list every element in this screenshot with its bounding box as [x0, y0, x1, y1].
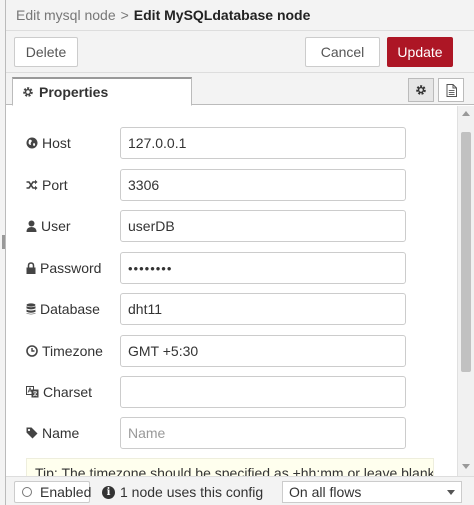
tab-description[interactable]	[438, 78, 464, 102]
footer: Enabled i 1 node uses this config On all…	[6, 476, 474, 505]
password-label-text: Password	[40, 260, 102, 276]
host-label-text: Host	[42, 135, 71, 151]
chevron-down-icon	[447, 490, 455, 495]
database-label-text: Database	[40, 301, 100, 317]
cancel-button[interactable]: Cancel	[305, 37, 380, 67]
user-icon	[26, 220, 37, 232]
scroll-up-icon[interactable]	[462, 111, 470, 116]
charset-input[interactable]	[120, 376, 406, 408]
tip-box: Tip: The timezone should be specified as…	[26, 458, 434, 476]
password-input[interactable]: ••••••••	[120, 252, 406, 284]
database-icon	[26, 303, 36, 315]
port-label: Port	[26, 177, 68, 193]
charset-row: Charset	[6, 376, 456, 408]
document-icon	[446, 83, 457, 97]
form-scrollbar[interactable]	[457, 106, 474, 476]
password-label: Password	[26, 260, 101, 276]
shuffle-icon	[26, 179, 38, 191]
timezone-label: Timezone	[26, 343, 103, 359]
tab-properties[interactable]: Properties	[12, 77, 192, 106]
name-input[interactable]: Name	[120, 417, 406, 449]
user-input[interactable]: userDB	[120, 210, 406, 242]
edit-tray: Edit mysql node > Edit MySQLdatabase nod…	[6, 0, 474, 505]
usage-text: 1 node uses this config	[120, 484, 264, 500]
tag-icon	[26, 427, 38, 439]
splitter-grip[interactable]	[2, 235, 5, 249]
clock-icon	[26, 345, 38, 357]
language-icon	[26, 386, 39, 398]
tab-settings[interactable]	[408, 78, 434, 102]
tab-properties-label: Properties	[39, 84, 109, 100]
timezone-row: Timezone GMT +5:30	[6, 335, 456, 367]
scope-value: On all flows	[289, 484, 362, 500]
port-input[interactable]: 3306	[120, 169, 406, 201]
gear-icon	[416, 85, 426, 95]
globe-icon	[26, 137, 38, 149]
charset-label-text: Charset	[43, 384, 93, 400]
breadcrumb-prev[interactable]: Edit mysql node	[16, 7, 116, 23]
circle-icon	[22, 487, 32, 497]
enabled-label: Enabled	[40, 484, 92, 500]
gear-icon	[23, 87, 33, 97]
database-label: Database	[26, 301, 100, 317]
delete-button[interactable]: Delete	[14, 37, 78, 67]
usage-info: i 1 node uses this config	[102, 484, 263, 500]
user-label-text: User	[41, 218, 71, 234]
lock-icon	[26, 262, 36, 274]
properties-form: Host 127.0.0.1 Port 3306 User userDB Pas…	[6, 106, 456, 476]
database-row: Database dht11	[6, 293, 456, 325]
user-label: User	[26, 218, 71, 234]
scroll-thumb[interactable]	[461, 132, 471, 372]
name-label-text: Name	[42, 425, 80, 441]
scope-select[interactable]: On all flows	[282, 481, 462, 503]
password-row: Password ••••••••	[6, 252, 456, 284]
update-button[interactable]: Update	[387, 37, 453, 67]
enabled-toggle[interactable]: Enabled	[14, 481, 92, 503]
tab-bar: Properties	[6, 73, 474, 106]
breadcrumb: Edit mysql node > Edit MySQLdatabase nod…	[6, 0, 474, 31]
database-input[interactable]: dht11	[120, 293, 406, 325]
port-row: Port 3306	[6, 169, 456, 201]
toolbar: Delete Cancel Update	[6, 31, 474, 73]
port-label-text: Port	[42, 177, 68, 193]
host-label: Host	[26, 135, 71, 151]
timezone-input[interactable]: GMT +5:30	[120, 335, 406, 367]
charset-label: Charset	[26, 384, 92, 400]
breadcrumb-separator: >	[120, 7, 129, 23]
info-icon: i	[102, 485, 115, 499]
name-row: Name Name	[6, 417, 456, 449]
scroll-down-icon[interactable]	[462, 464, 470, 469]
user-row: User userDB	[6, 210, 456, 242]
page-title: Edit MySQLdatabase node	[133, 7, 311, 23]
host-input[interactable]: 127.0.0.1	[120, 127, 406, 159]
name-label: Name	[26, 425, 79, 441]
host-row: Host 127.0.0.1	[6, 127, 456, 159]
timezone-label-text: Timezone	[42, 343, 103, 359]
